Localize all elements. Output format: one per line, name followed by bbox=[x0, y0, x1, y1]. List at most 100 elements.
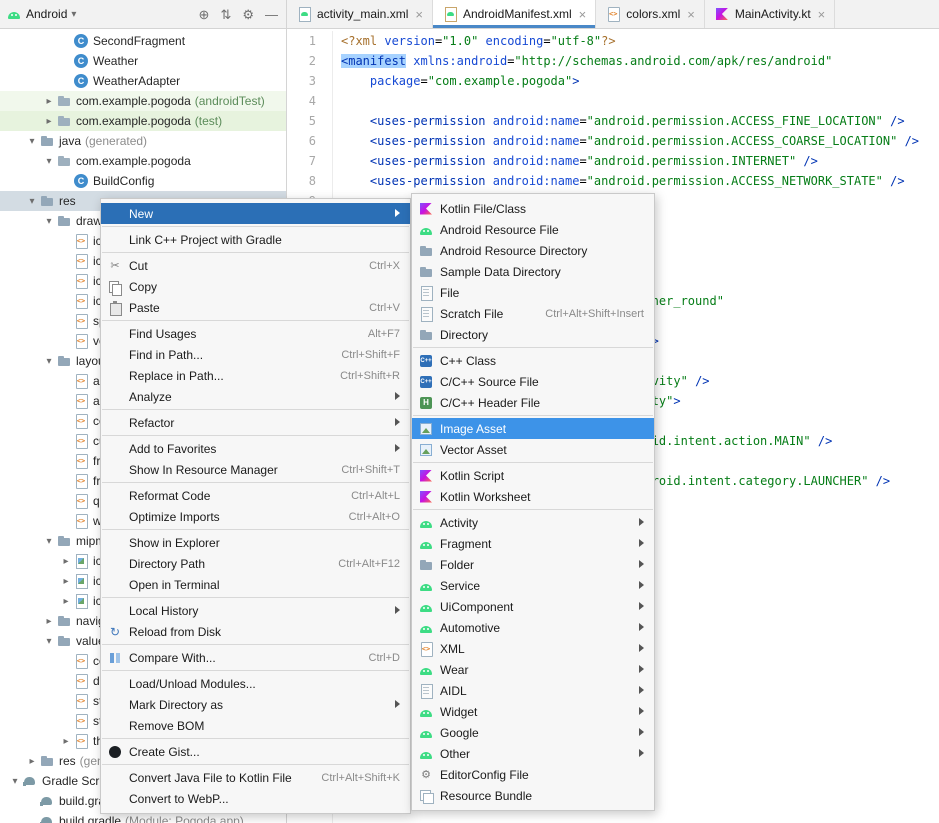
menu-item-link-c-project-with-gradle[interactable]: Link C++ Project with Gradle bbox=[101, 229, 410, 250]
submenu-item-folder[interactable]: Folder bbox=[412, 554, 654, 575]
close-tab-icon[interactable]: × bbox=[579, 7, 587, 22]
menu-item-copy[interactable]: Copy bbox=[101, 276, 410, 297]
close-tab-icon[interactable]: × bbox=[415, 7, 423, 22]
submenu-item-editorconfig-file[interactable]: EditorConfig File bbox=[412, 764, 654, 785]
tree-item-weather[interactable]: Weather bbox=[0, 51, 286, 71]
menu-item-analyze[interactable]: Analyze bbox=[101, 386, 410, 407]
tree-item-com-example-pogoda[interactable]: ▾com.example.pogoda bbox=[0, 151, 286, 171]
expand-arrow-icon[interactable]: ▸ bbox=[59, 596, 73, 607]
menu-item-new[interactable]: New bbox=[101, 203, 410, 224]
submenu-item-c-c-header-file[interactable]: C/C++ Header File bbox=[412, 392, 654, 413]
submenu-item-other[interactable]: Other bbox=[412, 743, 654, 764]
collapse-arrow-icon[interactable]: ▾ bbox=[42, 536, 56, 547]
menu-item-refactor[interactable]: Refactor bbox=[101, 412, 410, 433]
submenu-item-google[interactable]: Google bbox=[412, 722, 654, 743]
line-number: 2 bbox=[287, 51, 332, 71]
submenu-item-kotlin-script[interactable]: Kotlin Script bbox=[412, 465, 654, 486]
collapse-arrow-icon[interactable]: ▾ bbox=[42, 356, 56, 367]
menu-item-show-in-resource-manager[interactable]: Show In Resource ManagerCtrl+Shift+T bbox=[101, 459, 410, 480]
collapse-arrow-icon[interactable]: ▾ bbox=[25, 196, 39, 207]
menu-item-find-usages[interactable]: Find UsagesAlt+F7 bbox=[101, 323, 410, 344]
menu-item-mark-directory-as[interactable]: Mark Directory as bbox=[101, 694, 410, 715]
submenu-item-directory[interactable]: Directory bbox=[412, 324, 654, 345]
submenu-item-aidl[interactable]: AIDL bbox=[412, 680, 654, 701]
menu-item-optimize-imports[interactable]: Optimize ImportsCtrl+Alt+O bbox=[101, 506, 410, 527]
expand-arrow-icon[interactable]: ▸ bbox=[42, 116, 56, 127]
expand-arrow-icon[interactable]: ▸ bbox=[42, 616, 56, 627]
submenu-item-image-asset[interactable]: Image Asset bbox=[412, 418, 654, 439]
menu-item-directory-path[interactable]: Directory PathCtrl+Alt+F12 bbox=[101, 553, 410, 574]
tree-item-secondfragment[interactable]: SecondFragment bbox=[0, 31, 286, 51]
tree-item-com-example-pogoda-androidtest[interactable]: ▸com.example.pogoda (androidTest) bbox=[0, 91, 286, 111]
project-view-selector[interactable]: Android ▾ bbox=[6, 6, 76, 22]
menu-item-convert-java-file-to-kotlin-file[interactable]: Convert Java File to Kotlin FileCtrl+Alt… bbox=[101, 767, 410, 788]
submenu-item-android-resource-directory[interactable]: Android Resource Directory bbox=[412, 240, 654, 261]
expand-collapse-icon[interactable]: ⇅ bbox=[220, 8, 231, 21]
menu-item-remove-bom[interactable]: Remove BOM bbox=[101, 715, 410, 736]
submenu-item-activity[interactable]: Activity bbox=[412, 512, 654, 533]
collapse-arrow-icon[interactable]: ▾ bbox=[42, 156, 56, 167]
hide-panel-icon[interactable]: ― bbox=[265, 8, 278, 21]
menu-item-label: Create Gist... bbox=[129, 745, 378, 759]
menu-item-convert-to-webp[interactable]: Convert to WebP... bbox=[101, 788, 410, 809]
submenu-item-kotlin-worksheet[interactable]: Kotlin Worksheet bbox=[412, 486, 654, 507]
menu-item-add-to-favorites[interactable]: Add to Favorites bbox=[101, 438, 410, 459]
close-tab-icon[interactable]: × bbox=[687, 7, 695, 22]
submenu-item-automotive[interactable]: Automotive bbox=[412, 617, 654, 638]
submenu-item-xml[interactable]: XML bbox=[412, 638, 654, 659]
menu-item-find-in-path[interactable]: Find in Path...Ctrl+Shift+F bbox=[101, 344, 410, 365]
menu-item-cut[interactable]: CutCtrl+X bbox=[101, 255, 410, 276]
expand-arrow-icon[interactable]: ▸ bbox=[25, 756, 39, 767]
submenu-item-android-resource-file[interactable]: Android Resource File bbox=[412, 219, 654, 240]
android-logo-icon bbox=[6, 6, 22, 22]
menu-item-open-in-terminal[interactable]: Open in Terminal bbox=[101, 574, 410, 595]
collapse-arrow-icon[interactable]: ▾ bbox=[42, 216, 56, 227]
collapse-arrow-icon[interactable]: ▾ bbox=[42, 636, 56, 647]
menu-item-reformat-code[interactable]: Reformat CodeCtrl+Alt+L bbox=[101, 485, 410, 506]
menu-item-create-gist[interactable]: Create Gist... bbox=[101, 741, 410, 762]
code-line: package="com.example.pogoda"> bbox=[341, 71, 939, 91]
close-tab-icon[interactable]: × bbox=[818, 7, 826, 22]
submenu-item-sample-data-directory[interactable]: Sample Data Directory bbox=[412, 261, 654, 282]
tree-item-java-generated[interactable]: ▾java (generated) bbox=[0, 131, 286, 151]
menu-item-paste[interactable]: PasteCtrl+V bbox=[101, 297, 410, 318]
submenu-item-file[interactable]: File bbox=[412, 282, 654, 303]
menu-item-local-history[interactable]: Local History bbox=[101, 600, 410, 621]
submenu-item-kotlin-file-class[interactable]: Kotlin File/Class bbox=[412, 198, 654, 219]
submenu-arrow-icon bbox=[395, 208, 400, 220]
tree-item-buildconfig[interactable]: BuildConfig bbox=[0, 171, 286, 191]
collapse-arrow-icon[interactable]: ▾ bbox=[25, 136, 39, 147]
kotlin-icon bbox=[418, 201, 434, 217]
tab-colors-xml[interactable]: colors.xml× bbox=[596, 0, 705, 28]
settings-gear-icon[interactable]: ⚙ bbox=[242, 8, 254, 21]
submenu-item-scratch-file[interactable]: Scratch FileCtrl+Alt+Shift+Insert bbox=[412, 303, 654, 324]
submenu-item-resource-bundle[interactable]: Resource Bundle bbox=[412, 785, 654, 806]
expand-arrow-icon[interactable]: ▸ bbox=[59, 556, 73, 567]
submenu-item-widget[interactable]: Widget bbox=[412, 701, 654, 722]
submenu-item-service[interactable]: Service bbox=[412, 575, 654, 596]
submenu-item-c-c-source-file[interactable]: C/C++ Source File bbox=[412, 371, 654, 392]
submenu-item-fragment[interactable]: Fragment bbox=[412, 533, 654, 554]
menu-item-show-in-explorer[interactable]: Show in Explorer bbox=[101, 532, 410, 553]
menu-item-replace-in-path[interactable]: Replace in Path...Ctrl+Shift+R bbox=[101, 365, 410, 386]
submenu-item-uicomponent[interactable]: UiComponent bbox=[412, 596, 654, 617]
tree-item-label: build.gradle bbox=[59, 814, 121, 823]
tab-mainactivity-kt[interactable]: MainActivity.kt× bbox=[705, 0, 835, 28]
line-number: 6 bbox=[287, 131, 332, 151]
expand-arrow-icon[interactable]: ▸ bbox=[59, 576, 73, 587]
submenu-item-wear[interactable]: Wear bbox=[412, 659, 654, 680]
expand-arrow-icon[interactable]: ▸ bbox=[59, 736, 73, 747]
tree-item-weatheradapter[interactable]: WeatherAdapter bbox=[0, 71, 286, 91]
locate-file-icon[interactable]: ⊕ bbox=[199, 8, 210, 21]
submenu-item-vector-asset[interactable]: Vector Asset bbox=[412, 439, 654, 460]
submenu-item-c-class[interactable]: C++ Class bbox=[412, 350, 654, 371]
menu-item-compare-with[interactable]: Compare With...Ctrl+D bbox=[101, 647, 410, 668]
tab-activity-main-xml[interactable]: activity_main.xml× bbox=[287, 0, 433, 28]
tree-item-com-example-pogoda-test[interactable]: ▸com.example.pogoda (test) bbox=[0, 111, 286, 131]
menu-item-load-unload-modules[interactable]: Load/Unload Modules... bbox=[101, 673, 410, 694]
menu-item-reload-from-disk[interactable]: Reload from Disk bbox=[101, 621, 410, 642]
collapse-arrow-icon[interactable]: ▾ bbox=[8, 776, 22, 787]
xml-file-icon bbox=[73, 653, 89, 669]
expand-arrow-icon[interactable]: ▸ bbox=[42, 96, 56, 107]
tab-androidmanifest-xml[interactable]: AndroidManifest.xml× bbox=[433, 0, 596, 28]
